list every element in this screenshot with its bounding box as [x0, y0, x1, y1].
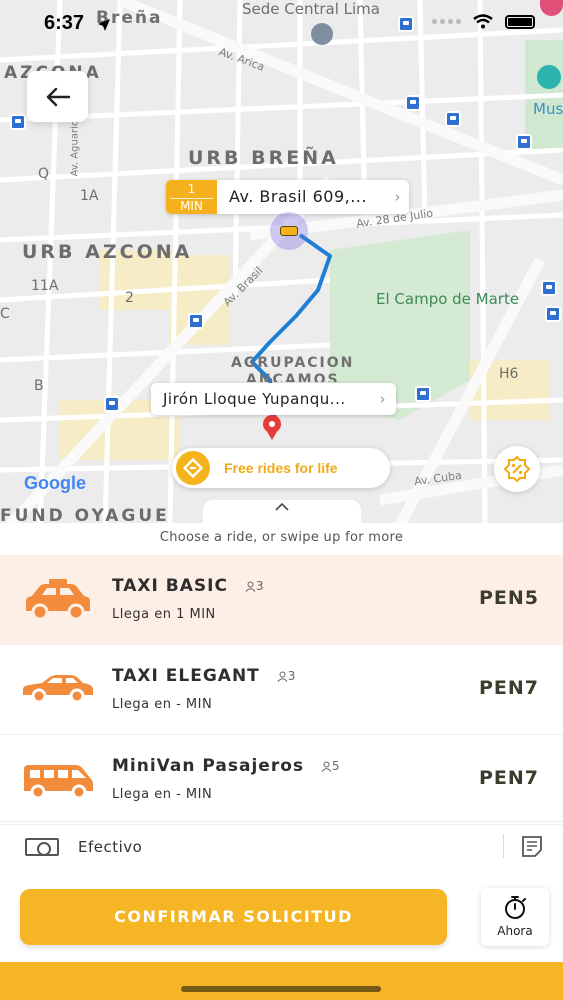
- bottom-accent-bar: [0, 962, 563, 1000]
- note-icon[interactable]: [520, 834, 544, 858]
- map-label-museo: Mus: [533, 100, 563, 118]
- discount-badge-icon: [503, 455, 531, 483]
- arrow-left-icon: [46, 87, 70, 106]
- bus-stop-icon: [516, 134, 532, 150]
- ride-name-label: TAXI BASIC: [112, 576, 228, 596]
- destination-address: Jirón Lloque Yupanqu...: [163, 390, 346, 408]
- schedule-time-button[interactable]: Ahora: [481, 888, 549, 946]
- promo-logo-icon: [176, 451, 210, 485]
- status-icons: [432, 14, 535, 29]
- person-icon: [321, 761, 332, 772]
- pickup-location-pill[interactable]: 1 MIN Av. Brasil 609,... ›: [166, 180, 409, 214]
- signal-dots-icon: [432, 19, 461, 24]
- google-logo-text: Google: [24, 473, 86, 493]
- ride-name: MiniVan Pasajeros 5: [112, 756, 340, 776]
- status-time: 6:37: [44, 12, 85, 34]
- block-label-h6: H6: [499, 366, 519, 382]
- ride-name-label: TAXI ELEGANT: [112, 666, 260, 686]
- taxi-car-icon: [280, 226, 298, 236]
- taxi-elegant-car-icon: [23, 675, 93, 704]
- seat-capacity: 3: [277, 669, 296, 683]
- ride-price: PEN7: [478, 677, 539, 699]
- map-label-urb-azcona: URB AZCONA: [22, 241, 193, 263]
- block-label-b: B: [34, 378, 44, 394]
- chevron-right-icon: ›: [379, 390, 386, 408]
- stopwatch-icon: [505, 896, 526, 919]
- bus-stop-icon: [398, 16, 414, 32]
- map-label-campo-de-marte: El Campo de Marte: [376, 290, 520, 308]
- bus-stop-icon: [545, 306, 561, 322]
- block-label-2: 2: [125, 290, 134, 306]
- pickup-eta-badge: 1 MIN: [166, 180, 217, 214]
- ride-price: PEN5: [478, 587, 539, 609]
- pickup-eta-value: 1: [187, 182, 196, 196]
- minivan-icon: [24, 765, 93, 800]
- chevron-up-icon: [275, 502, 289, 511]
- map-label-ancamos: ANCAMOS: [246, 372, 340, 382]
- ride-name: TAXI BASIC 3: [112, 576, 264, 596]
- free-rides-promo-button[interactable]: Free rides for life: [172, 448, 390, 488]
- person-icon: [245, 581, 256, 592]
- ride-option-taxi-elegant[interactable]: TAXI ELEGANT 3 Llega en - MIN PEN7: [0, 645, 563, 735]
- ride-eta: Llega en - MIN: [112, 787, 213, 802]
- discount-button[interactable]: [494, 446, 540, 492]
- payment-method-row[interactable]: Efectivo: [0, 821, 563, 873]
- ride-eta: Llega en 1 MIN: [112, 607, 216, 622]
- bus-stop-icon: [104, 396, 120, 412]
- map-view[interactable]: Breña Sede Central Lima AZCONA URB BREÑA…: [0, 0, 563, 525]
- landmark-icon: [311, 23, 333, 45]
- pickup-address: Av. Brasil 609,...: [229, 187, 367, 206]
- bus-stop-icon: [445, 111, 461, 127]
- ride-selection-sheet: Choose a ride, or swipe up for more TAXI…: [0, 523, 563, 1000]
- block-label-11a: 11A: [31, 278, 59, 294]
- seat-count: 5: [331, 759, 340, 773]
- battery-icon: [505, 14, 535, 29]
- destination-location-pill[interactable]: Jirón Lloque Yupanqu... ›: [151, 383, 396, 415]
- home-indicator[interactable]: [181, 986, 381, 992]
- bus-stop-icon: [415, 386, 431, 402]
- ride-option-taxi-basic[interactable]: TAXI BASIC 3 Llega en 1 MIN PEN5: [0, 555, 563, 645]
- block-label-1a: 1A: [80, 188, 99, 204]
- person-icon: [277, 671, 288, 682]
- block-label-c: C: [0, 306, 10, 322]
- pickup-eta-unit: MIN: [170, 198, 213, 214]
- bus-stop-icon: [10, 114, 26, 130]
- museum-icon: [537, 65, 561, 89]
- seat-capacity: 5: [321, 759, 340, 773]
- divider: [503, 834, 504, 858]
- ride-price: PEN7: [478, 767, 539, 789]
- seat-count: 3: [255, 579, 264, 593]
- location-arrow-icon: [97, 17, 111, 31]
- schedule-label: Ahora: [497, 924, 533, 938]
- driver-car-marker: [270, 212, 308, 250]
- seat-count: 3: [287, 669, 296, 683]
- google-attribution: Google: [24, 473, 86, 494]
- promo-label: Free rides for life: [224, 460, 338, 476]
- bus-stop-icon: [541, 280, 557, 296]
- ride-name: TAXI ELEGANT 3: [112, 666, 295, 686]
- confirm-request-button[interactable]: CONFIRMAR SOLICITUD: [20, 889, 447, 945]
- wifi-icon: [473, 14, 493, 29]
- seat-capacity: 3: [245, 579, 264, 593]
- payment-method-label: Efectivo: [78, 838, 143, 856]
- bus-stop-icon: [188, 313, 204, 329]
- ride-eta: Llega en - MIN: [112, 697, 213, 712]
- ride-option-minivan[interactable]: MiniVan Pasajeros 5 Llega en - MIN PEN7: [0, 735, 563, 825]
- block-label-q: Q: [38, 166, 50, 182]
- bus-stop-icon: [405, 95, 421, 111]
- ride-name-label: MiniVan Pasajeros: [112, 756, 304, 776]
- sheet-hint: Choose a ride, or swipe up for more: [159, 530, 404, 545]
- street-av-aguarico: Av. Aguarico: [69, 114, 81, 177]
- map-label-urb-brena: URB BREÑA: [188, 147, 339, 169]
- cash-icon: [25, 838, 59, 856]
- map-label-sede: Sede Central Lima: [242, 0, 380, 18]
- chevron-right-icon: ›: [394, 188, 401, 206]
- map-label-agrupacion: AGRUPACION: [231, 355, 355, 371]
- taxi-basic-car-icon: [26, 579, 90, 621]
- back-button[interactable]: [27, 71, 88, 122]
